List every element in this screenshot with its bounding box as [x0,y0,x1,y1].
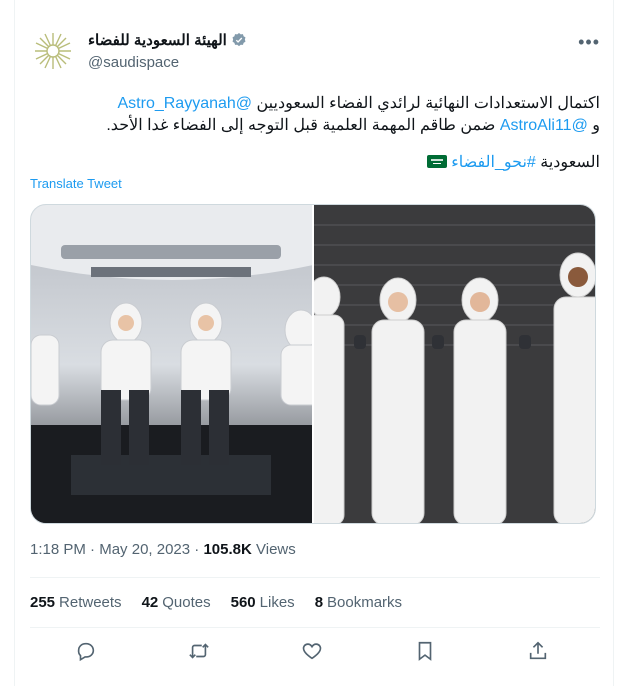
author-name[interactable]: الهيئة السعودية للفضاء [88,31,227,49]
author-info[interactable]: الهيئة السعودية للفضاء @saudispace [88,31,247,71]
avatar[interactable] [30,28,76,74]
translate-tweet-link[interactable]: Translate Tweet [30,176,122,191]
hashtag-link[interactable]: #نحو_الفضاء [451,154,536,171]
tweet-text: اكتمال الاستعدادات النهائية لرائدي الفضا… [256,95,601,112]
retweet-icon[interactable] [188,640,212,664]
media-grid [30,204,596,524]
saudi-flag-icon [426,155,447,168]
tweet-text-prefix: و [592,117,600,134]
tweet-text-line-1: اكتمال الاستعدادات النهائية لرائدي الفضا… [30,93,601,115]
retweets-count: 255 [30,594,56,611]
author-handle[interactable]: @saudispace [88,54,247,71]
views-count: 105.8K [203,541,252,558]
timeline-border-right [613,0,614,686]
more-icon[interactable]: ••• [578,32,600,53]
quotes-label: Quotes [162,594,211,611]
tweet-date[interactable]: May 20, 2023 [99,541,190,558]
timeline-border-left [14,0,15,686]
tweet-meta: 1:18 PM · May 20, 2023 · 105.8K Views [30,541,296,558]
bookmark-icon[interactable] [414,640,438,664]
retweets-label: Retweets [59,594,122,611]
tweet-text-line-3: السعودية #نحو_الفضاء [30,152,600,174]
verified-badge-icon [232,33,246,47]
quotes-stat[interactable]: 42 Quotes [142,594,211,611]
mention-link[interactable]: @AstroAli11 [500,117,588,134]
tweet-text-line-2: و @AstroAli11 ضمن طاقم المهمة العلمية قب… [30,115,600,137]
reply-icon[interactable] [75,640,99,664]
tweet-text: ضمن طاقم المهمة العلمية قبل التوجه إلى ا… [106,117,496,134]
likes-count: 560 [230,594,256,611]
photo-cabin[interactable] [31,205,312,523]
bookmarks-stat[interactable]: 8 Bookmarks [315,594,402,611]
bookmarks-label: Bookmarks [327,594,403,611]
tweet-header: الهيئة السعودية للفضاء @saudispace ••• [30,28,600,78]
retweets-stat[interactable]: 255 Retweets [30,594,122,611]
bookmarks-count: 8 [314,594,324,611]
photo-crew[interactable] [314,205,595,523]
action-bar [30,640,596,666]
like-icon[interactable] [301,640,325,664]
divider [30,627,600,628]
divider [30,577,600,578]
views-label: Views [256,541,296,558]
quotes-count: 42 [141,594,159,611]
likes-stat[interactable]: 560 Likes [231,594,295,611]
tweet-text: السعودية [540,154,600,171]
author-name-row: الهيئة السعودية للفضاء [88,31,247,49]
meta-separator: · [90,541,100,558]
engagement-stats: 255 Retweets 42 Quotes 560 Likes 8 Bookmarks [30,594,402,611]
mention-link[interactable]: @Astro_Rayyanah [118,95,253,112]
tweet-time[interactable]: 1:18 PM [30,541,86,558]
likes-label: Likes [259,594,295,611]
share-icon[interactable] [527,640,551,664]
